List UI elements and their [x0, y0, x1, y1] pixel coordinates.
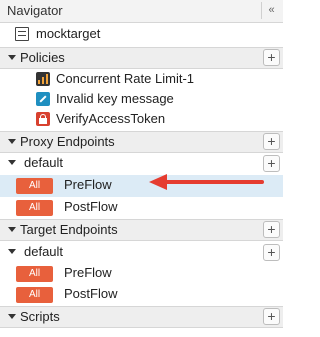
flow-label: PreFlow — [64, 265, 112, 280]
proxy-endpoint-default[interactable]: default + — [0, 153, 283, 175]
collapse-triangle-icon[interactable] — [8, 55, 16, 60]
collapse-triangle-icon[interactable] — [8, 227, 16, 232]
add-script-button[interactable]: + — [263, 308, 280, 325]
flow-badge: All — [16, 178, 53, 194]
proxy-name: mocktarget — [36, 26, 101, 41]
collapse-triangle-icon[interactable] — [8, 314, 16, 319]
annotation-arrow — [149, 174, 264, 190]
bar-chart-icon — [36, 72, 50, 86]
policy-label: Concurrent Rate Limit-1 — [56, 71, 194, 86]
add-target-endpoint-button[interactable]: + — [263, 221, 280, 238]
arrow-shaft — [163, 180, 264, 184]
document-icon — [15, 27, 29, 41]
lock-icon — [36, 112, 50, 126]
navigator-panel: Navigator « mocktarget Policies + Concur… — [0, 0, 283, 337]
navigator-title: Navigator — [7, 3, 63, 18]
collapse-icon[interactable]: « — [261, 2, 281, 19]
flow-item[interactable]: All PreFlow — [0, 263, 283, 285]
target-endpoint-default[interactable]: default + — [0, 242, 283, 264]
policy-item[interactable]: Invalid key message — [0, 89, 283, 111]
policy-item[interactable]: Concurrent Rate Limit-1 — [0, 69, 283, 91]
endpoint-group-label: default — [24, 155, 64, 170]
navigator-header: Navigator « — [0, 0, 283, 23]
collapse-triangle-icon[interactable] — [8, 160, 16, 165]
flow-item[interactable]: All PostFlow — [0, 197, 283, 219]
section-target-endpoints[interactable]: Target Endpoints + — [0, 219, 283, 241]
endpoint-group-label: default — [24, 244, 64, 259]
add-proxy-endpoint-button[interactable]: + — [263, 133, 280, 150]
flow-item[interactable]: All PostFlow — [0, 284, 283, 306]
section-target-endpoints-label: Target Endpoints — [20, 222, 118, 237]
add-policy-button[interactable]: + — [263, 49, 280, 66]
policy-label: Invalid key message — [56, 91, 174, 106]
collapse-triangle-icon[interactable] — [8, 249, 16, 254]
flow-label: PostFlow — [64, 286, 118, 301]
flow-badge: All — [16, 287, 53, 303]
collapse-triangle-icon[interactable] — [8, 139, 16, 144]
policy-item[interactable]: VerifyAccessToken — [0, 109, 283, 131]
policy-label: VerifyAccessToken — [56, 111, 166, 126]
flow-label: PostFlow — [64, 199, 118, 214]
proxy-item[interactable]: mocktarget — [0, 24, 283, 46]
section-policies[interactable]: Policies + — [0, 47, 283, 69]
flow-badge: All — [16, 266, 53, 282]
section-proxy-endpoints[interactable]: Proxy Endpoints + — [0, 131, 283, 153]
section-proxy-endpoints-label: Proxy Endpoints — [20, 134, 115, 149]
arrow-head — [149, 174, 167, 190]
flow-badge: All — [16, 200, 53, 216]
section-scripts[interactable]: Scripts + — [0, 306, 283, 328]
add-flow-button[interactable]: + — [263, 244, 280, 261]
tag-icon — [36, 92, 50, 106]
section-scripts-label: Scripts — [20, 309, 60, 324]
add-flow-button[interactable]: + — [263, 155, 280, 172]
section-policies-label: Policies — [20, 50, 65, 65]
flow-label: PreFlow — [64, 177, 112, 192]
